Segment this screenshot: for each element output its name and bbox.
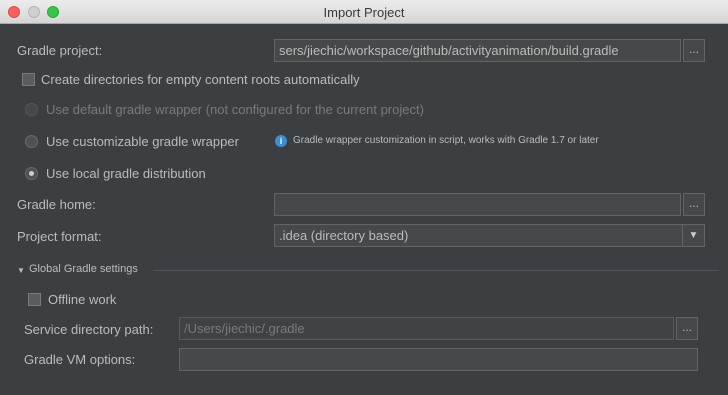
- local-dist-label: Use local gradle distribution: [46, 166, 206, 181]
- project-format-label: Project format:: [17, 229, 102, 244]
- window-title: Import Project: [323, 5, 405, 20]
- create-dirs-label: Create directories for empty content roo…: [41, 72, 360, 87]
- gradle-project-browse-button[interactable]: ...: [683, 39, 705, 62]
- service-dir-browse-button[interactable]: ...: [676, 317, 698, 340]
- custom-wrapper-radio[interactable]: [25, 135, 38, 148]
- gradle-home-browse-button[interactable]: ...: [683, 193, 705, 216]
- default-wrapper-label: Use default gradle wrapper (not configur…: [46, 102, 424, 117]
- gradle-home-label: Gradle home:: [17, 197, 96, 212]
- project-format-value: .idea (directory based): [279, 228, 409, 243]
- default-wrapper-radio[interactable]: [25, 103, 38, 116]
- local-dist-radio[interactable]: [25, 167, 38, 180]
- service-dir-label: Service directory path:: [24, 322, 154, 337]
- project-format-select[interactable]: .idea (directory based) ▼: [274, 224, 705, 247]
- vm-options-label: Gradle VM options:: [24, 352, 136, 367]
- gradle-home-field[interactable]: [274, 193, 681, 216]
- offline-work-label: Offline work: [48, 292, 117, 307]
- title-bar: Import Project: [0, 0, 728, 24]
- global-settings-header[interactable]: Global Gradle settings: [29, 263, 138, 275]
- gradle-project-field[interactable]: sers/jiechic/workspace/github/activityan…: [274, 39, 681, 62]
- offline-work-checkbox[interactable]: [28, 293, 41, 306]
- gradle-project-label: Gradle project:: [17, 43, 103, 58]
- custom-wrapper-hint: Gradle wrapper customization in script, …: [293, 135, 599, 146]
- custom-wrapper-label: Use customizable gradle wrapper: [46, 134, 239, 149]
- info-icon: i: [275, 135, 287, 147]
- create-dirs-checkbox[interactable]: [22, 73, 35, 86]
- chevron-down-icon[interactable]: ▼: [682, 225, 704, 246]
- vm-options-field[interactable]: [179, 348, 698, 371]
- section-divider: [153, 270, 719, 271]
- service-dir-field[interactable]: /Users/jiechic/.gradle: [179, 317, 674, 340]
- triangle-down-icon[interactable]: ▼: [17, 266, 25, 275]
